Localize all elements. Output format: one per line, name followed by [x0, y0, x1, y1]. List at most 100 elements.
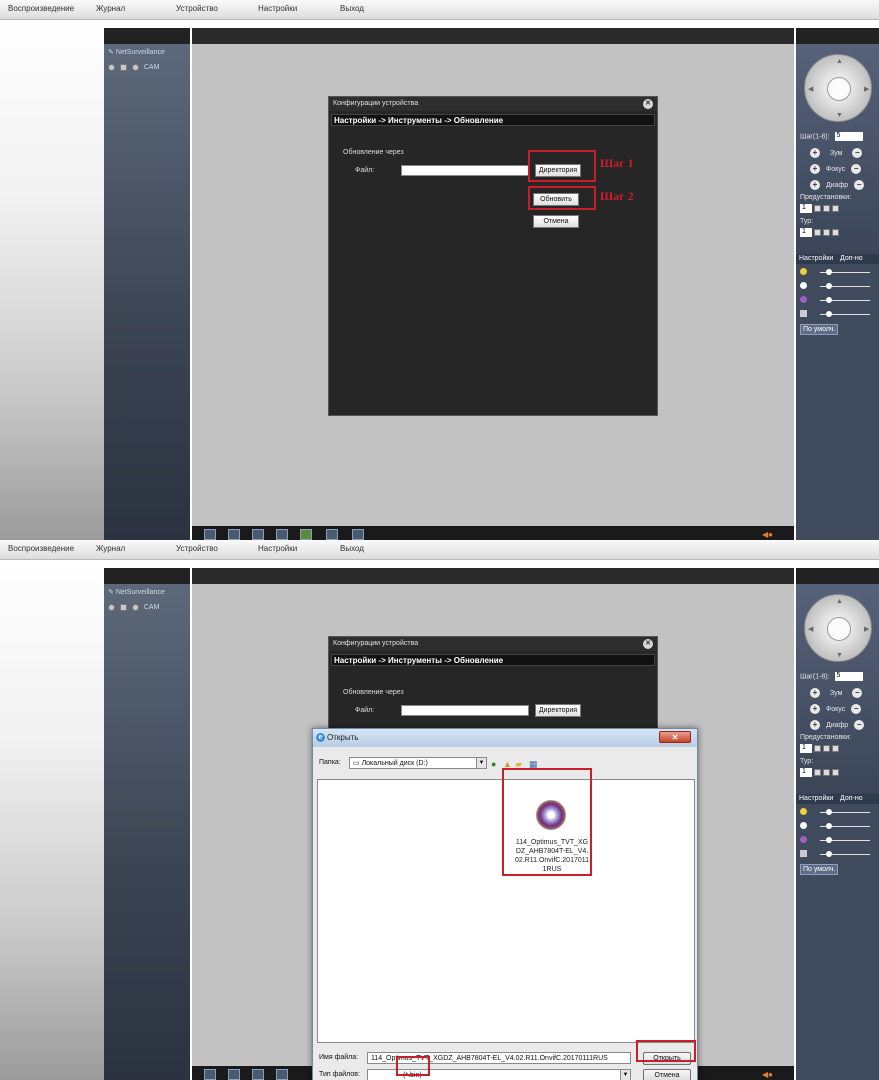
menu-device[interactable]: Устройство — [176, 544, 218, 553]
focus-plus-icon[interactable]: + — [810, 704, 820, 714]
close-icon[interactable]: ✕ — [643, 639, 653, 649]
close-icon[interactable]: ✕ — [659, 731, 691, 743]
ptz-dial[interactable]: ▲ ▼ ◀ ▶ — [804, 54, 872, 122]
single-view-icon[interactable] — [228, 529, 240, 540]
step-select[interactable]: 5 — [834, 132, 863, 141]
new-folder-icon[interactable]: ▰ — [515, 759, 524, 769]
zoom-minus-icon[interactable]: − — [852, 148, 863, 158]
slider-knob[interactable] — [826, 283, 832, 289]
cancel-button[interactable]: Отмена — [643, 1069, 691, 1080]
volume-icon[interactable]: ◀● — [762, 1070, 773, 1079]
tour-play-icon[interactable] — [813, 769, 821, 776]
arrow-right-icon[interactable]: ▶ — [864, 625, 869, 633]
folder-select[interactable]: ▭ Локальный диск (D:) ▼ — [349, 757, 487, 769]
menu-settings[interactable]: Настройки — [258, 4, 297, 13]
slider-knob[interactable] — [826, 297, 832, 303]
saturation-slider[interactable] — [800, 836, 878, 844]
cancel-button[interactable]: Отмена — [533, 215, 579, 228]
hue-slider[interactable] — [800, 310, 878, 318]
sixteen-view-icon[interactable] — [300, 529, 312, 540]
preset-remove-icon[interactable] — [831, 745, 839, 752]
default-button[interactable]: По умолч. — [800, 324, 839, 335]
back-icon[interactable]: ● — [491, 759, 500, 769]
tour-stop-icon[interactable] — [822, 229, 830, 236]
zoom-plus-icon[interactable]: + — [810, 148, 820, 158]
iris-minus-icon[interactable]: − — [854, 720, 865, 730]
tour-grid-icon[interactable] — [831, 229, 839, 236]
nine-view-icon[interactable] — [276, 1069, 288, 1080]
arrow-down-icon[interactable]: ▼ — [836, 112, 843, 119]
arrow-down-icon[interactable]: ▼ — [836, 652, 843, 659]
slider-knob[interactable] — [826, 851, 832, 857]
single-view-icon[interactable] — [228, 1069, 240, 1080]
focus-minus-icon[interactable]: − — [851, 704, 862, 714]
close-icon[interactable]: ✕ — [643, 99, 653, 109]
menu-exit[interactable]: Выход — [340, 544, 364, 553]
ptz-center[interactable] — [827, 617, 851, 641]
hue-slider[interactable] — [800, 850, 878, 858]
arrow-right-icon[interactable]: ▶ — [864, 85, 869, 93]
menu-exit[interactable]: Выход — [340, 4, 364, 13]
slider-knob[interactable] — [826, 837, 832, 843]
tour-grid-icon[interactable] — [831, 769, 839, 776]
default-button[interactable]: По умолч. — [800, 864, 839, 875]
tab-extra[interactable]: Доп-но — [840, 255, 863, 262]
arrow-up-icon[interactable]: ▲ — [836, 58, 843, 65]
focus-plus-icon[interactable]: + — [810, 164, 820, 174]
tree-cam-row[interactable]: CAM — [108, 64, 162, 71]
arrow-left-icon[interactable]: ◀ — [808, 625, 813, 633]
file-input[interactable] — [401, 165, 529, 176]
iris-plus-icon[interactable]: + — [810, 180, 820, 190]
preset-goto-icon[interactable] — [813, 745, 821, 752]
step-select[interactable]: 5 — [834, 672, 863, 681]
menu-settings[interactable]: Настройки — [258, 544, 297, 553]
arrow-left-icon[interactable]: ◀ — [808, 85, 813, 93]
fullscreen-icon[interactable] — [204, 529, 216, 540]
iris-minus-icon[interactable]: − — [854, 180, 865, 190]
slider-knob[interactable] — [826, 311, 832, 317]
up-folder-icon[interactable]: ▲ — [503, 759, 512, 769]
menu-log[interactable]: Журнал — [96, 4, 125, 13]
tab-settings[interactable]: Настройки — [799, 795, 833, 802]
preset-goto-icon[interactable] — [813, 205, 821, 212]
preset-select[interactable]: 1 — [800, 744, 812, 753]
quad-view-icon[interactable] — [252, 1069, 264, 1080]
ptz-center[interactable] — [827, 77, 851, 101]
preset-add-icon[interactable] — [822, 205, 830, 212]
fullscreen-icon[interactable] — [204, 1069, 216, 1080]
menu-log[interactable]: Журнал — [96, 544, 125, 553]
tree-node-netsurveillance[interactable]: ✎ NetSurveillance — [108, 48, 165, 56]
tree-cam-row[interactable]: CAM — [108, 604, 162, 611]
tour-select[interactable]: 1 — [800, 768, 812, 777]
tab-settings[interactable]: Настройки — [799, 255, 833, 262]
zoom-plus-icon[interactable]: + — [810, 688, 820, 698]
nine-view-icon[interactable] — [276, 529, 288, 540]
file-input[interactable] — [401, 705, 529, 716]
brightness-slider[interactable] — [800, 808, 878, 816]
zoom-minus-icon[interactable]: − — [852, 688, 863, 698]
quad-view-icon[interactable] — [252, 529, 264, 540]
tour-select[interactable]: 1 — [800, 228, 812, 237]
preset-add-icon[interactable] — [822, 745, 830, 752]
menu-playback[interactable]: Воспроизведение — [8, 4, 74, 13]
volume-icon[interactable]: ◀● — [762, 530, 773, 539]
brightness-slider[interactable] — [800, 268, 878, 276]
menu-playback[interactable]: Воспроизведение — [8, 544, 74, 553]
saturation-slider[interactable] — [800, 296, 878, 304]
menu-device[interactable]: Устройство — [176, 4, 218, 13]
tour-play-icon[interactable] — [813, 229, 821, 236]
preset-select[interactable]: 1 — [800, 204, 812, 213]
slider-knob[interactable] — [826, 269, 832, 275]
close-all-icon[interactable] — [352, 529, 364, 540]
tree-node-netsurveillance[interactable]: ✎ NetSurveillance — [108, 588, 165, 596]
ptz-dial[interactable]: ▲ ▼ ◀ ▶ — [804, 594, 872, 662]
contrast-slider[interactable] — [800, 282, 878, 290]
contrast-slider[interactable] — [800, 822, 878, 830]
focus-minus-icon[interactable]: − — [851, 164, 862, 174]
arrow-up-icon[interactable]: ▲ — [836, 598, 843, 605]
chevron-down-icon[interactable]: ▼ — [620, 1070, 630, 1080]
view-menu-icon[interactable]: ▦ — [529, 759, 538, 769]
tab-extra[interactable]: Доп-но — [840, 795, 863, 802]
slider-knob[interactable] — [826, 823, 832, 829]
slider-knob[interactable] — [826, 809, 832, 815]
